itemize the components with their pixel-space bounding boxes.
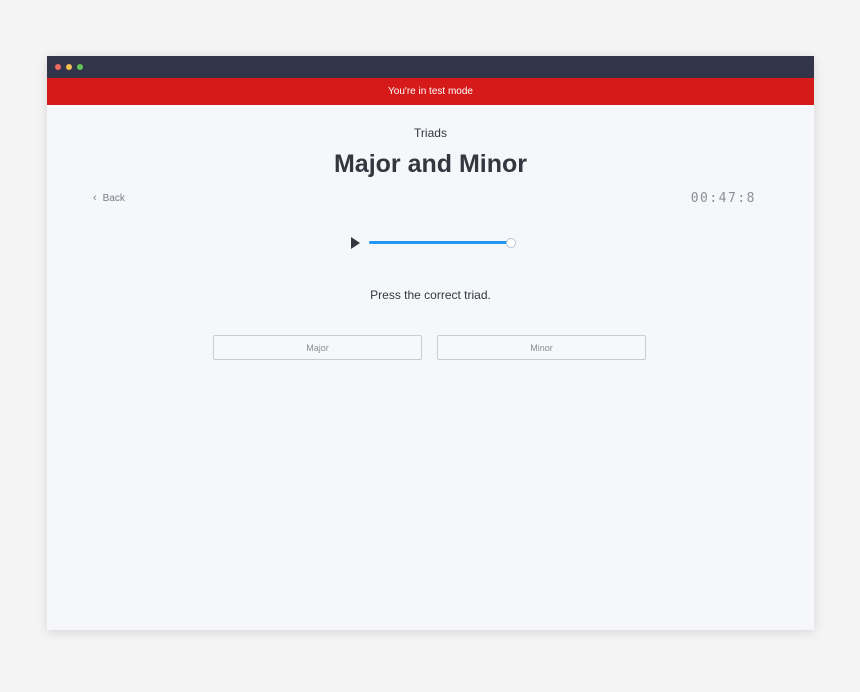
minor-answer-button[interactable]: Minor bbox=[437, 335, 646, 360]
back-label: Back bbox=[102, 192, 125, 204]
test-mode-banner: You're in test mode bbox=[47, 78, 814, 105]
play-icon[interactable] bbox=[351, 237, 360, 249]
playback-track[interactable] bbox=[369, 238, 516, 248]
close-window-button[interactable] bbox=[55, 64, 61, 70]
section-label: Triads bbox=[414, 126, 447, 140]
chevron-left-icon: ‹ bbox=[93, 192, 97, 204]
page-title: Major and Minor bbox=[333, 150, 528, 178]
playback-thumb[interactable] bbox=[506, 238, 516, 248]
minimize-window-button[interactable] bbox=[66, 64, 72, 70]
audio-player bbox=[351, 235, 517, 251]
question-prompt: Press the correct triad. bbox=[370, 288, 491, 302]
maximize-window-button[interactable] bbox=[77, 64, 83, 70]
back-button[interactable]: ‹ Back bbox=[93, 192, 125, 204]
app-window: You're in test mode Triads Major and Min… bbox=[47, 56, 814, 630]
timer: 00:47:8 bbox=[690, 191, 756, 206]
major-answer-button[interactable]: Major bbox=[213, 335, 422, 360]
playback-progress bbox=[369, 241, 511, 244]
window-titlebar bbox=[47, 56, 814, 78]
